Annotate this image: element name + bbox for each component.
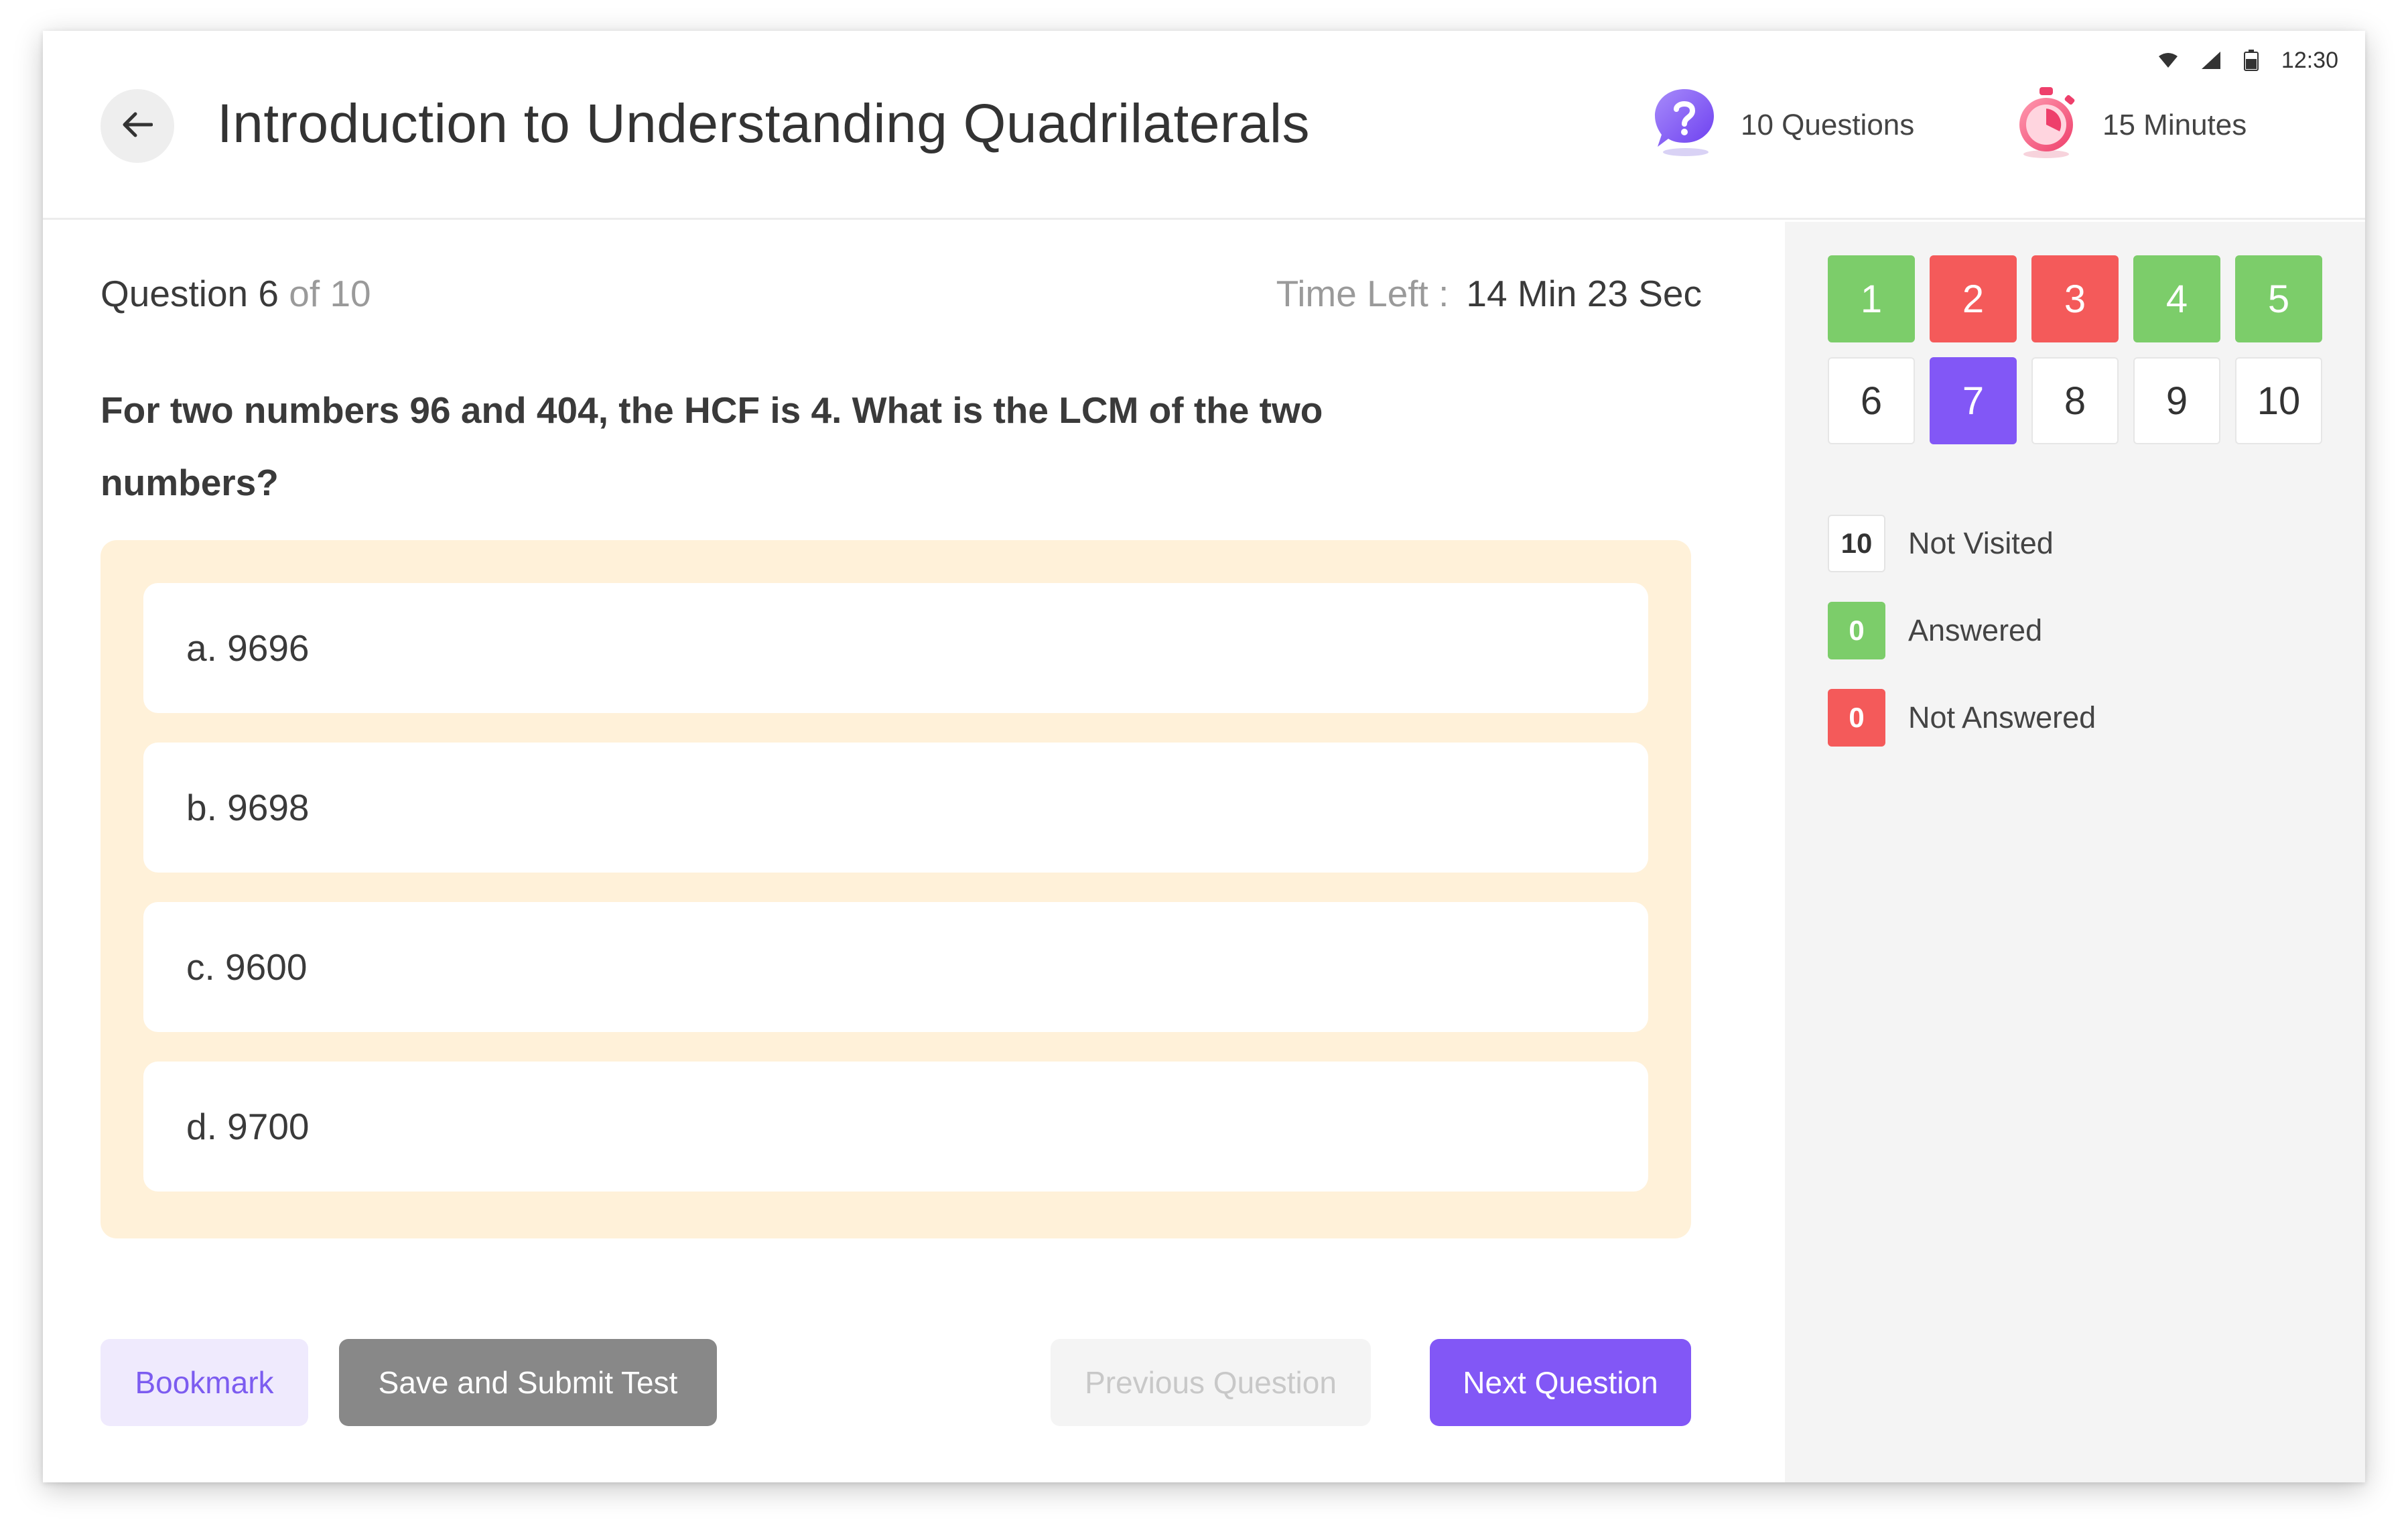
option-b[interactable]: b. 9698 <box>143 743 1648 873</box>
option-d[interactable]: d. 9700 <box>143 1062 1648 1192</box>
not-visited-count: 10 <box>1828 515 1885 572</box>
question-palette-sidebar: 1 2 3 4 5 6 7 8 9 10 10 Not Visited 0 An… <box>1785 222 2365 1482</box>
not-answered-count: 0 <box>1828 689 1885 747</box>
save-submit-button[interactable]: Save and Submit Test <box>339 1339 717 1426</box>
legend-not-visited: 10 Not Visited <box>1828 515 2096 572</box>
palette-question-8[interactable]: 8 <box>2031 357 2119 444</box>
duration: 15 Minutes <box>2013 86 2247 165</box>
question-current: 6 <box>258 273 279 314</box>
question-counter: Question 6 of 10 <box>101 272 371 315</box>
answered-label: Answered <box>1908 613 2043 647</box>
palette-question-5[interactable]: 5 <box>2235 255 2322 342</box>
legend-answered: 0 Answered <box>1828 602 2096 659</box>
page-title: Introduction to Understanding Quadrilate… <box>217 93 1311 154</box>
question-total: of 10 <box>289 273 371 314</box>
option-c[interactable]: c. 9600 <box>143 902 1648 1032</box>
time-left-label: Time Left : <box>1276 273 1449 314</box>
palette-question-1[interactable]: 1 <box>1828 255 1915 342</box>
palette-question-2[interactable]: 2 <box>1930 255 2017 342</box>
question-mark-icon <box>1651 85 1718 166</box>
palette-legend: 10 Not Visited 0 Answered 0 Not Answered <box>1828 515 2096 776</box>
not-visited-label: Not Visited <box>1908 526 2054 560</box>
time-left: Time Left : 14 Min 23 Sec <box>1276 272 1702 315</box>
palette-question-4[interactable]: 4 <box>2133 255 2220 342</box>
stopwatch-icon <box>2013 84 2080 167</box>
palette-question-9[interactable]: 9 <box>2133 357 2220 444</box>
option-label: a. 9696 <box>186 627 310 669</box>
header: Introduction to Understanding Quadrilate… <box>43 31 2365 220</box>
questions-label: 10 Questions <box>1741 109 1915 141</box>
options-panel: a. 9696 b. 9698 c. 9600 d. 9700 <box>101 540 1691 1238</box>
palette-question-6[interactable]: 6 <box>1828 357 1915 444</box>
option-a[interactable]: a. 9696 <box>143 583 1648 713</box>
question-label: Question <box>101 273 249 314</box>
arrow-left-icon <box>122 111 153 141</box>
questions-count: 10 Questions <box>1651 86 1914 165</box>
not-answered-label: Not Answered <box>1908 700 2096 734</box>
palette-question-7[interactable]: 7 <box>1930 357 2017 444</box>
next-question-button[interactable]: Next Question <box>1430 1339 1691 1426</box>
option-label: c. 9600 <box>186 946 308 988</box>
legend-not-answered: 0 Not Answered <box>1828 689 2096 747</box>
palette-question-3[interactable]: 3 <box>2031 255 2119 342</box>
answered-count: 0 <box>1828 602 1885 659</box>
minutes-label: 15 Minutes <box>2102 109 2247 141</box>
question-text: For two numbers 96 and 404, the HCF is 4… <box>101 389 1323 503</box>
previous-question-button[interactable]: Previous Question <box>1051 1339 1371 1426</box>
back-button[interactable] <box>101 89 174 163</box>
bookmark-button[interactable]: Bookmark <box>101 1339 308 1426</box>
device-frame: 12:30 Introduction to Understanding Quad… <box>43 31 2365 1482</box>
option-label: b. 9698 <box>186 787 310 828</box>
question-palette: 1 2 3 4 5 6 7 8 9 10 <box>1828 255 2322 444</box>
option-label: d. 9700 <box>186 1106 310 1147</box>
palette-question-10[interactable]: 10 <box>2235 357 2322 444</box>
time-left-value: 14 Min 23 Sec <box>1466 273 1702 314</box>
